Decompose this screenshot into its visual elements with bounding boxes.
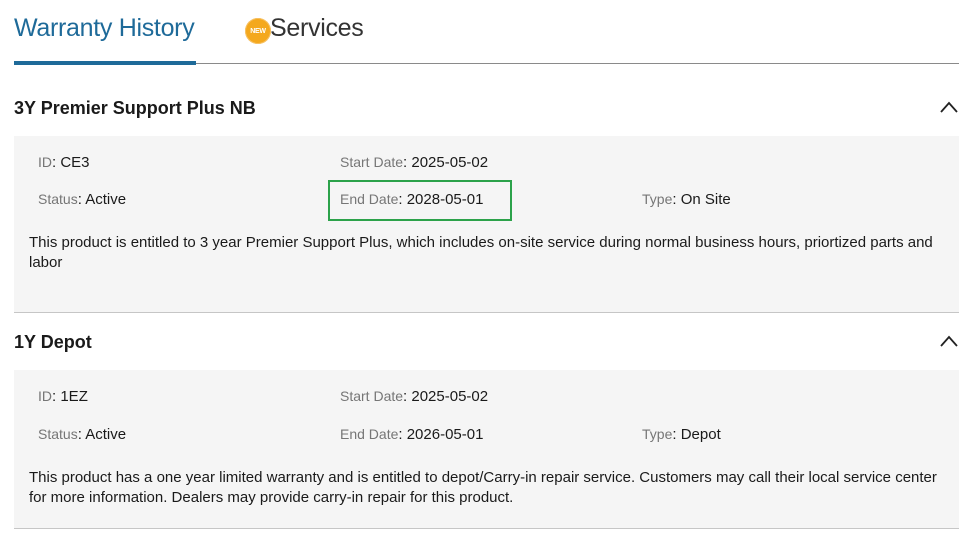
tab-warranty-history[interactable]: Warranty History bbox=[14, 14, 196, 65]
warranty-description: This product has a one year limited warr… bbox=[29, 469, 937, 506]
tab-bar: Warranty History NEW Services bbox=[14, 0, 959, 65]
active-tab-indicator bbox=[14, 61, 196, 65]
collapse-chevron-up-icon[interactable] bbox=[940, 99, 958, 117]
end-date-label: End Date bbox=[340, 426, 399, 442]
warranty-status: Status: Active bbox=[38, 426, 127, 443]
type-label: Type bbox=[642, 426, 673, 442]
status-label: Status bbox=[38, 191, 78, 207]
status-value: Active bbox=[85, 426, 127, 443]
id-label: ID bbox=[38, 388, 52, 404]
collapse-chevron-up-icon[interactable] bbox=[940, 333, 958, 351]
warranty-title: 1Y Depot bbox=[14, 332, 92, 352]
warranty-details-panel: ID: CE3 Start Date: 2025-05-02 Status: A… bbox=[14, 136, 959, 313]
start-date-label: Start Date bbox=[340, 388, 404, 404]
warranty-start-date: Start Date: 2025-05-02 bbox=[340, 154, 489, 171]
type-label: Type bbox=[642, 191, 673, 207]
type-value: Depot bbox=[680, 426, 721, 443]
new-badge-icon: NEW bbox=[245, 18, 271, 44]
tab-services[interactable]: NEW Services bbox=[245, 14, 364, 54]
start-date-label: Start Date bbox=[340, 154, 404, 170]
warranty-start-date: Start Date: 2025-05-02 bbox=[340, 388, 489, 405]
warranty-end-date: End Date: 2026-05-01 bbox=[340, 426, 484, 443]
status-label: Status bbox=[38, 426, 78, 442]
warranty-details-panel: ID: 1EZ Start Date: 2025-05-02 Status: A… bbox=[14, 370, 959, 529]
warranty-id: ID: CE3 bbox=[38, 154, 90, 171]
tab-warranty-history-label: Warranty History bbox=[14, 14, 195, 42]
id-label: ID bbox=[38, 154, 52, 170]
warranty-type: Type: Depot bbox=[642, 426, 721, 443]
warranty-type: Type: On Site bbox=[642, 191, 731, 208]
warranty-status: Status: Active bbox=[38, 191, 127, 208]
start-date-value: 2025-05-02 bbox=[411, 154, 489, 171]
warranty-description: This product is entitled to 3 year Premi… bbox=[29, 234, 933, 271]
start-date-value: 2025-05-02 bbox=[411, 388, 489, 405]
type-value: On Site bbox=[680, 191, 731, 208]
warranty-title: 3Y Premier Support Plus NB bbox=[14, 98, 256, 118]
end-date-highlight-box bbox=[328, 180, 512, 221]
status-value: Active bbox=[85, 191, 127, 208]
end-date-value: 2026-05-01 bbox=[406, 426, 484, 443]
id-value: 1EZ bbox=[60, 388, 88, 405]
warranty-id: ID: 1EZ bbox=[38, 388, 88, 405]
id-value: CE3 bbox=[60, 154, 90, 171]
tab-services-label: Services bbox=[270, 14, 364, 42]
